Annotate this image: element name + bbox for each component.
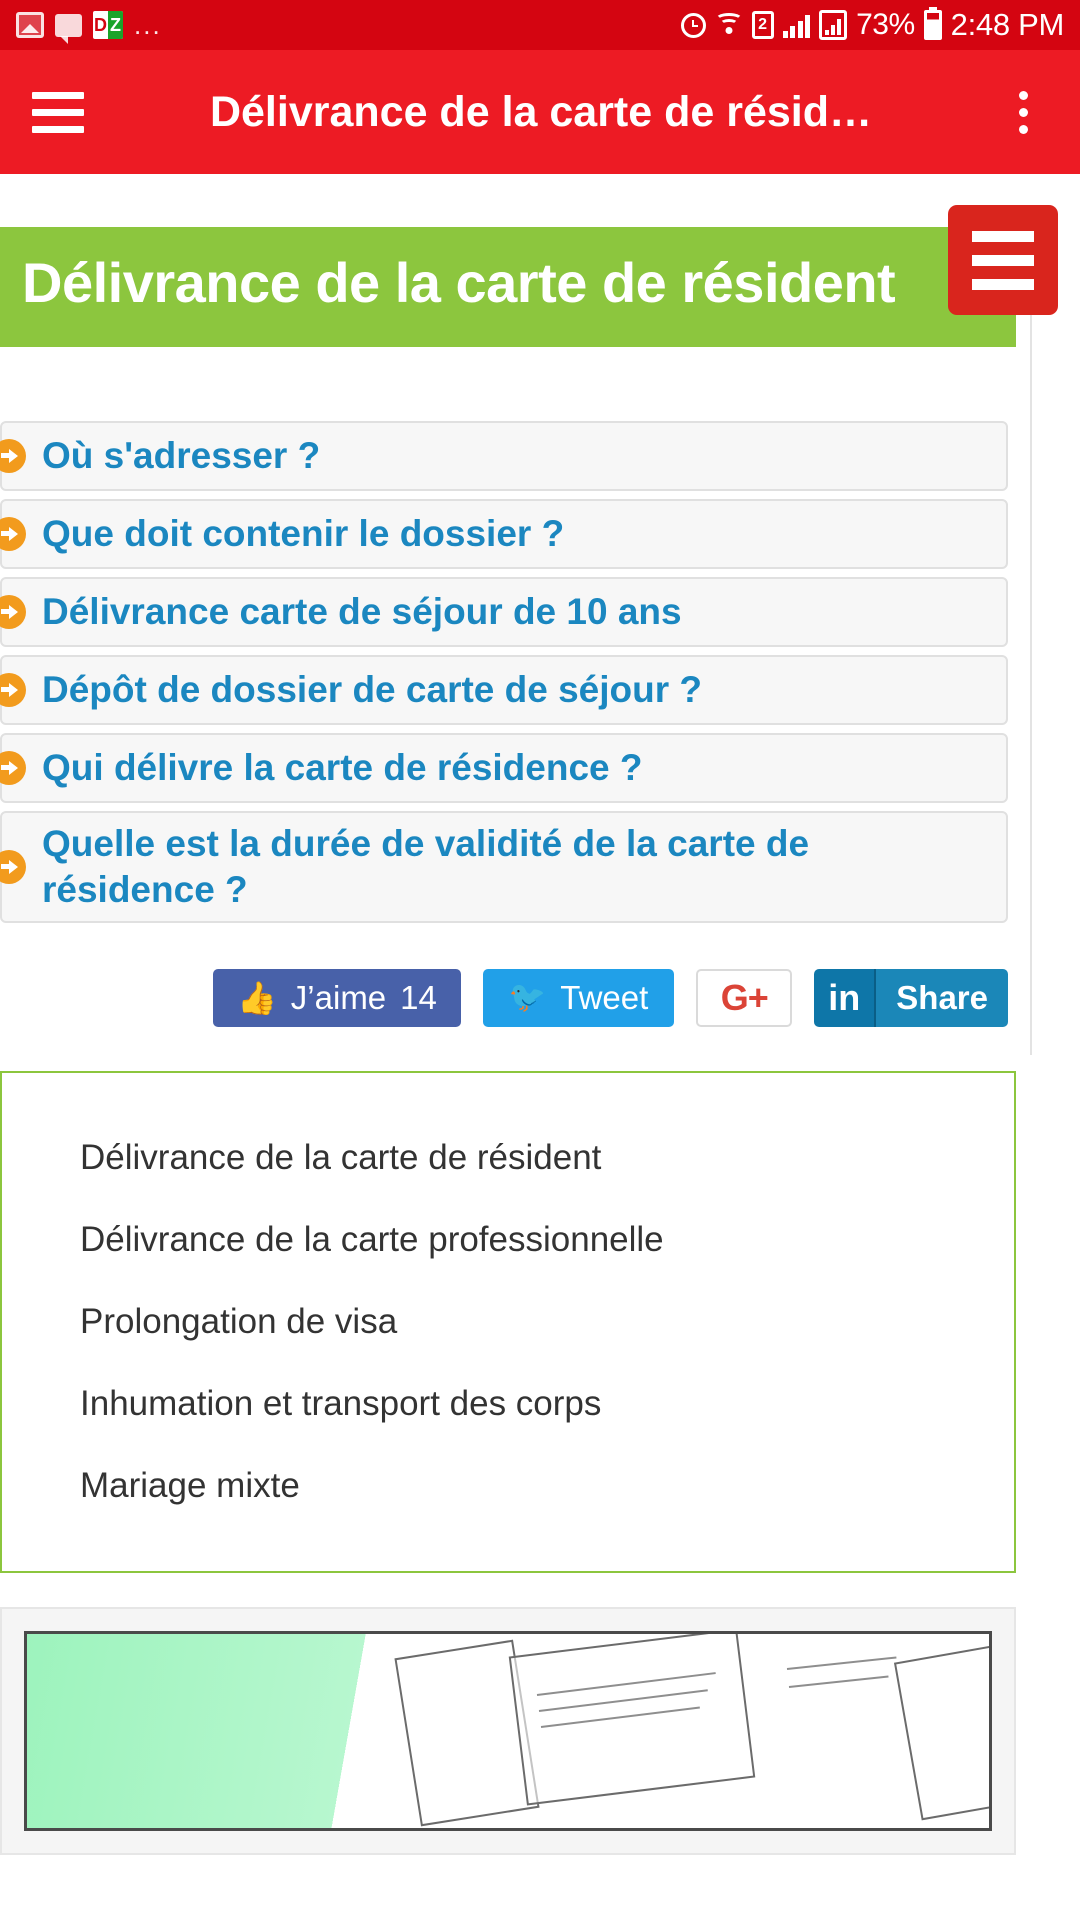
twitter-tweet-label: Tweet	[560, 979, 649, 1017]
arrow-circle-icon	[0, 850, 26, 885]
mobile-data-icon	[819, 10, 848, 40]
sim-card-icon: 2	[751, 11, 774, 39]
status-bar: D Z ... 2 73% 2:48 PM	[0, 0, 1080, 50]
list-item[interactable]: Dépôt de dossier de carte de séjour ?	[0, 654, 1008, 725]
document-text-line	[788, 1675, 889, 1689]
battery-percentage: 73%	[856, 8, 915, 41]
status-bar-system: 2 73% 2:48 PM	[680, 7, 1065, 43]
linkedin-share-button[interactable]: in Share	[814, 969, 1008, 1028]
hero-title: Délivrance de la carte de résident	[22, 251, 896, 314]
twitter-tweet-button[interactable]: 🐦 Tweet	[482, 969, 675, 1028]
linkedin-share-label: Share	[876, 969, 1008, 1028]
document-outline-shape	[508, 1634, 756, 1806]
media-card	[0, 1607, 1016, 1856]
battery-icon	[923, 10, 942, 40]
vertical-dots-icon[interactable]	[998, 90, 1048, 134]
anchor-link-list: Où s'adresser ? Que doit contenir le dos…	[0, 420, 1030, 924]
alarm-icon	[680, 12, 706, 38]
wifi-icon	[714, 13, 743, 37]
list-item-label: Où s'adresser ?	[42, 434, 321, 476]
list-item[interactable]: Délivrance de la carte de résident	[80, 1117, 1014, 1199]
list-item[interactable]: Qui délivre la carte de résidence ?	[0, 732, 1008, 803]
arrow-circle-icon	[0, 750, 26, 785]
list-item-label: Dépôt de dossier de carte de séjour ?	[42, 668, 703, 710]
article-card: Délivrance de la carte de résident Où s'…	[0, 227, 1032, 1056]
google-plus-icon: G+	[720, 977, 769, 1019]
document-outline-shape	[893, 1644, 989, 1821]
facebook-like-button[interactable]: 👍 J’aime 14	[212, 969, 461, 1028]
list-item-label: Délivrance carte de séjour de 10 ans	[42, 590, 682, 632]
clock: 2:48 PM	[950, 7, 1065, 42]
signal-strength-icon	[782, 12, 811, 38]
dz-icon-right-letter: Z	[108, 11, 123, 39]
arrow-circle-icon	[0, 672, 26, 707]
thumbs-up-icon: 👍	[236, 980, 277, 1017]
facebook-like-label: J’aime	[290, 979, 387, 1017]
list-item-label: Que doit contenir le dossier ?	[42, 512, 565, 554]
list-item[interactable]: Prolongation de visa	[80, 1281, 1014, 1363]
dz-icon-left-letter: D	[94, 15, 107, 35]
list-item[interactable]: Délivrance carte de séjour de 10 ans	[0, 576, 1008, 647]
chat-icon	[55, 13, 82, 44]
status-bar-notifications: D Z ...	[16, 10, 162, 44]
floating-menu-button[interactable]	[948, 205, 1058, 315]
list-item[interactable]: Mariage mixte	[80, 1445, 1014, 1527]
arrow-circle-icon	[0, 438, 26, 473]
related-services-list: Délivrance de la carte de résident Déliv…	[0, 1071, 1016, 1574]
arrow-circle-icon	[0, 594, 26, 629]
page-content: Délivrance de la carte de résident Où s'…	[0, 174, 1080, 1920]
list-item[interactable]: Inhumation et transport des corps	[80, 1363, 1014, 1445]
list-item[interactable]: Que doit contenir le dossier ?	[0, 498, 1008, 569]
page-title: Délivrance de la carte de résid…	[209, 87, 873, 136]
document-scan-thumbnail[interactable]	[24, 1631, 992, 1832]
more-notifications-icon: ...	[134, 10, 162, 40]
list-item[interactable]: Quelle est la durée de validité de la ca…	[0, 810, 1008, 924]
list-item[interactable]: Où s'adresser ?	[0, 420, 1008, 491]
dz-app-icon: D Z	[93, 11, 123, 39]
hero-banner: Délivrance de la carte de résident	[0, 227, 1016, 347]
photo-icon	[16, 12, 44, 38]
list-item-label: Qui délivre la carte de résidence ?	[42, 746, 643, 788]
list-item-label: Quelle est la durée de validité de la ca…	[42, 822, 810, 911]
app-bar: Délivrance de la carte de résid…	[0, 50, 1080, 174]
social-share-bar: 👍 J’aime 14 🐦 Tweet G+ in Share	[0, 969, 1030, 1028]
arrow-circle-icon	[0, 516, 26, 551]
google-plus-button[interactable]: G+	[696, 969, 793, 1028]
twitter-bird-icon: 🐦	[508, 981, 547, 1015]
document-text-line	[786, 1656, 897, 1671]
facebook-like-count: 14	[400, 979, 437, 1017]
list-item[interactable]: Délivrance de la carte professionnelle	[80, 1199, 1014, 1281]
hamburger-icon[interactable]	[32, 91, 84, 133]
linkedin-icon: in	[814, 969, 877, 1028]
